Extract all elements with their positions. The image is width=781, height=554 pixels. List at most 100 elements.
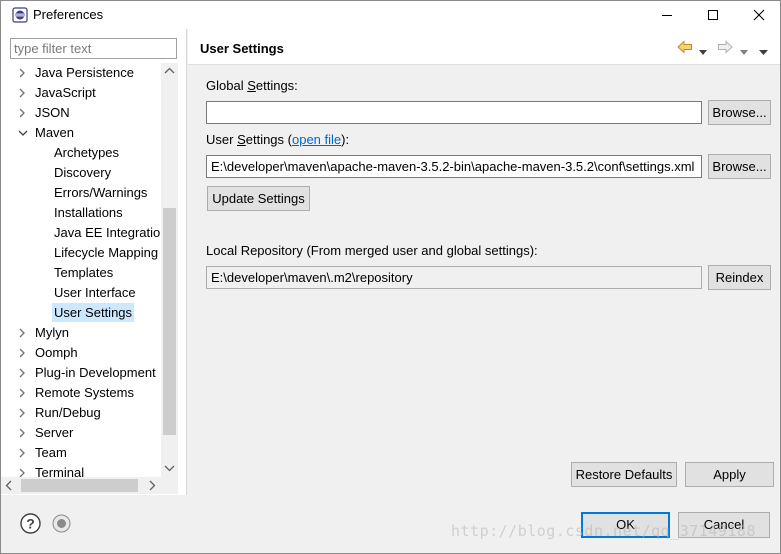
scroll-up-icon[interactable]	[164, 67, 175, 75]
scrollbar-thumb[interactable]	[163, 208, 176, 435]
page-header: User Settings	[188, 29, 780, 65]
user-browse-button[interactable]: Browse...	[708, 154, 771, 179]
tree-item[interactable]: Installations	[1, 203, 161, 223]
tree-item-label: Archetypes	[54, 145, 120, 160]
tree-item-label: User Interface	[54, 285, 136, 300]
scroll-right-icon[interactable]	[148, 480, 156, 491]
tree-item[interactable]: Java EE Integration	[1, 223, 161, 243]
forward-button[interactable]	[717, 40, 733, 57]
scroll-left-icon[interactable]	[5, 480, 13, 491]
tree-item-label: JavaScript	[35, 85, 96, 100]
preferences-tree: Java Persistence JavaScript JSON Maven Arche…	[1, 63, 161, 477]
maximize-icon	[708, 10, 718, 20]
tree-item-label: Lifecycle Mapping	[54, 245, 159, 260]
window-title: Preferences	[33, 7, 104, 22]
global-browse-button[interactable]: Browse...	[708, 100, 771, 125]
chevron-right-icon[interactable]	[17, 443, 29, 463]
global-settings-field[interactable]	[206, 101, 702, 124]
chevron-right-icon[interactable]	[17, 403, 29, 423]
tree-item[interactable]: Server	[1, 423, 161, 443]
chevron-right-icon[interactable]	[17, 83, 29, 103]
chevron-right-icon[interactable]	[17, 343, 29, 363]
eclipse-app-icon	[12, 7, 28, 23]
tree-item-label: Oomph	[35, 345, 78, 360]
tree-vertical-scrollbar[interactable]	[161, 63, 178, 477]
tree-item-label: Maven	[35, 125, 75, 140]
local-repository-field[interactable]: E:\developer\maven\.m2\repository	[206, 266, 702, 289]
tree-item-label: Team	[35, 445, 67, 460]
help-button[interactable]: ?	[20, 513, 41, 537]
view-menu-button[interactable]	[759, 44, 768, 59]
tree-item-label: Remote Systems	[35, 385, 134, 400]
tree-item-label: Installations	[54, 205, 123, 220]
minimize-button[interactable]	[644, 1, 690, 29]
user-settings-label: User Settings (open file):	[206, 132, 350, 147]
tree-item-label: Plug-in Development	[35, 365, 156, 380]
help-icon: ?	[20, 513, 41, 534]
tree-item-label: Server	[35, 425, 74, 440]
tree-item[interactable]: Maven	[1, 123, 161, 143]
tree-item-label: Mylyn	[35, 325, 69, 340]
reindex-button[interactable]: Reindex	[708, 265, 771, 290]
chevron-right-icon[interactable]	[17, 63, 29, 83]
scroll-down-icon[interactable]	[164, 464, 175, 472]
close-button[interactable]	[736, 1, 781, 29]
menu-icon	[759, 50, 768, 55]
tree-item-label: User Settings	[52, 303, 135, 322]
cancel-button[interactable]: Cancel	[678, 512, 770, 538]
chevron-right-icon[interactable]	[17, 383, 29, 403]
close-icon	[753, 9, 765, 21]
hscrollbar-thumb[interactable]	[21, 479, 138, 492]
forward-arrow-icon	[718, 40, 733, 54]
tree-item[interactable]: JavaScript	[1, 83, 161, 103]
user-settings-field[interactable]: E:\developer\maven\apache-maven-3.5.2-bi…	[206, 155, 702, 178]
page-title: User Settings	[200, 41, 284, 56]
tree-item-label: Terminal	[35, 465, 85, 477]
tree-item[interactable]: User Settings	[1, 303, 161, 323]
update-settings-button[interactable]: Update Settings	[207, 186, 310, 211]
tree-item[interactable]: Discovery	[1, 163, 161, 183]
tree-item[interactable]: Mylyn	[1, 323, 161, 343]
tree-item[interactable]: Templates	[1, 263, 161, 283]
tree-item-label: JSON	[35, 105, 70, 120]
forward-dropdown[interactable]	[740, 44, 748, 59]
chevron-right-icon[interactable]	[17, 423, 29, 443]
tree-item[interactable]: Oomph	[1, 343, 161, 363]
tree-item[interactable]: Terminal	[1, 463, 161, 477]
record-macro-button[interactable]	[52, 514, 71, 536]
tree-item[interactable]: Run/Debug	[1, 403, 161, 423]
open-file-link[interactable]: open file	[292, 132, 341, 147]
chevron-down-icon[interactable]	[17, 123, 29, 143]
tree-item[interactable]: Java Persistence	[1, 63, 161, 83]
tree-item[interactable]: Archetypes	[1, 143, 161, 163]
back-dropdown[interactable]	[699, 44, 707, 59]
tree-item-label: Java EE Integration	[54, 225, 161, 240]
chevron-right-icon[interactable]	[17, 103, 29, 123]
tree-horizontal-scrollbar[interactable]	[1, 477, 161, 494]
dropdown-icon	[699, 50, 707, 55]
dialog-button-bar: ? OK Cancel http://blog.csdn.net/qq_3714…	[1, 495, 780, 553]
tree-item[interactable]: Lifecycle Mapping	[1, 243, 161, 263]
chevron-right-icon[interactable]	[17, 463, 29, 477]
local-repository-label: Local Repository (From merged user and g…	[206, 243, 538, 258]
title-bar: Preferences	[1, 1, 780, 29]
tree-item[interactable]: JSON	[1, 103, 161, 123]
restore-defaults-button[interactable]: Restore Defaults	[571, 462, 677, 487]
tree-item[interactable]: Plug-in Development	[1, 363, 161, 383]
chevron-right-icon[interactable]	[17, 363, 29, 383]
minimize-icon	[662, 15, 672, 16]
record-icon	[52, 514, 71, 533]
global-settings-label: Global Settings:	[206, 78, 298, 93]
chevron-right-icon[interactable]	[17, 323, 29, 343]
tree-item[interactable]: Errors/Warnings	[1, 183, 161, 203]
tree-item-label: Run/Debug	[35, 405, 101, 420]
tree-item[interactable]: Remote Systems	[1, 383, 161, 403]
apply-button[interactable]: Apply	[685, 462, 774, 487]
tree-item[interactable]: Team	[1, 443, 161, 463]
tree-item[interactable]: User Interface	[1, 283, 161, 303]
back-button[interactable]	[677, 40, 693, 57]
maximize-button[interactable]	[690, 1, 736, 29]
ok-button[interactable]: OK	[581, 512, 670, 538]
filter-input[interactable]	[10, 38, 177, 59]
dropdown-icon	[740, 50, 748, 55]
